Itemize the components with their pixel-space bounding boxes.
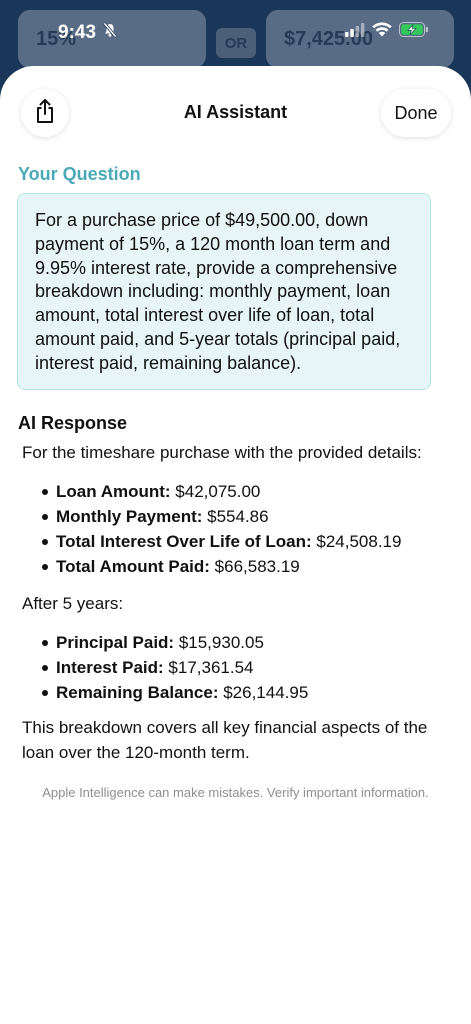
done-button[interactable]: Done bbox=[381, 89, 451, 137]
summary-list: Loan Amount: $42,075.00 Monthly Payment:… bbox=[22, 479, 447, 579]
status-time: 9:43 bbox=[58, 22, 97, 43]
battery-charging-icon bbox=[399, 22, 429, 42]
list-item-key: Remaining Balance: bbox=[56, 683, 219, 702]
list-item-key: Interest Paid: bbox=[56, 658, 164, 677]
list-item-value: $26,144.95 bbox=[218, 683, 309, 702]
list-item: Interest Paid: $17,361.54 bbox=[22, 655, 447, 680]
response-intro: For the timeshare purchase with the prov… bbox=[22, 443, 422, 462]
list-item-value: $42,075.00 bbox=[170, 482, 261, 501]
list-item: Loan Amount: $42,075.00 bbox=[22, 479, 447, 504]
list-item: Total Amount Paid: $66,583.19 bbox=[22, 554, 447, 579]
list-item-key: Principal Paid: bbox=[56, 633, 175, 652]
response-label: AI Response bbox=[18, 413, 128, 433]
list-item-value: $66,583.19 bbox=[209, 557, 300, 576]
list-item-value: $17,361.54 bbox=[163, 658, 254, 677]
list-item-key: Loan Amount: bbox=[56, 482, 171, 501]
ai-assistant-sheet: AI Assistant Done Your Question For a pu… bbox=[0, 66, 471, 1024]
list-item: Remaining Balance: $26,144.95 bbox=[22, 680, 447, 705]
list-item-key: Total Interest Over Life of Loan: bbox=[56, 532, 312, 551]
list-item-key: Total Amount Paid: bbox=[56, 557, 210, 576]
response-closing: This breakdown covers all key financial … bbox=[22, 718, 428, 762]
question-text: For a purchase price of $49,500.00, down… bbox=[35, 210, 401, 373]
after-five-years-label: After 5 years: bbox=[22, 594, 124, 613]
question-label: Your Question bbox=[18, 164, 141, 184]
list-item-value: $15,930.05 bbox=[174, 633, 264, 652]
list-item-value: $554.86 bbox=[202, 507, 269, 526]
five-year-list: Principal Paid: $15,930.05 Interest Paid… bbox=[22, 630, 447, 705]
wifi-icon bbox=[372, 22, 392, 42]
status-bar-indicators bbox=[345, 22, 429, 42]
question-box: For a purchase price of $49,500.00, down… bbox=[17, 193, 431, 390]
list-item-key: Monthly Payment: bbox=[56, 507, 203, 526]
status-bar-time-group: 9:43 bbox=[58, 22, 118, 44]
response-body: For the timeshare purchase with the prov… bbox=[22, 440, 447, 765]
signal-icon bbox=[345, 22, 365, 42]
screen: 15% OR $7,425.00 9:43 AI Assistant Done … bbox=[0, 0, 471, 1024]
disclaimer-text: Apple Intelligence can make mistakes. Ve… bbox=[42, 785, 429, 800]
list-item: Principal Paid: $15,930.05 bbox=[22, 630, 447, 655]
list-item-value: $24,508.19 bbox=[311, 532, 402, 551]
background-or-label: OR bbox=[216, 28, 256, 58]
bell-slash-icon bbox=[102, 22, 118, 44]
list-item: Total Interest Over Life of Loan: $24,50… bbox=[22, 529, 447, 554]
list-item: Monthly Payment: $554.86 bbox=[22, 504, 447, 529]
